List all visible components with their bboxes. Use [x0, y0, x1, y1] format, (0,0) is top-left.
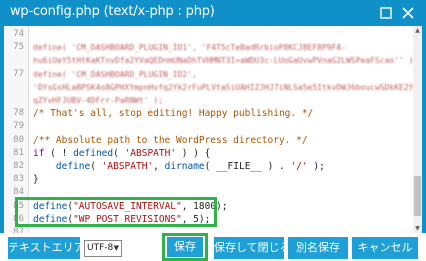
code-token: ( !: [44, 147, 74, 159]
code-token: define( 'CM_DASHBOARD_PLUGIN_ID2',: [33, 69, 197, 79]
code-token: );: [307, 161, 325, 172]
code-line: hu6iUeY5tHtKaKTnvDfa2YVaQEDnmUNaDhTVHMNT…: [4, 54, 418, 67]
code-token: /* That's all, stop editing! Happy publi…: [33, 108, 314, 120]
code-token: }: [33, 174, 39, 186]
chevron-down-icon: ▼: [113, 244, 119, 252]
close-icon[interactable]: [400, 5, 416, 21]
save-and-close-button[interactable]: 保存して閉じる: [214, 237, 284, 259]
code-token: '/': [290, 161, 308, 172]
code-line: 75 define( 'CM_DASHBOARD_PLUGIN_ID1', 'F4…: [4, 41, 408, 54]
code-line: 81 if ( ! defined( 'ABSPATH' ) ) {: [4, 147, 408, 160]
code-line: qZYvHFJUBV-4DFrr-PaRNWt' );: [4, 94, 408, 107]
line-number: 77: [13, 68, 24, 79]
code-text: if ( ! defined( 'ABSPATH' ) ) {: [33, 147, 210, 160]
line-number: 84: [13, 187, 24, 198]
line-number: 80: [13, 134, 24, 145]
code-text: /** Absolute path to the WordPress direc…: [33, 134, 308, 147]
code-text: define( 'CM_DASHBOARD_PLUGIN_ID2',: [33, 68, 197, 81]
code-token: define: [33, 213, 68, 225]
window-title: wp-config.php (text/x-php : php): [10, 4, 215, 19]
code-token: 'ABSPATH': [124, 147, 177, 159]
code-text: define("AUTOSAVE_INTERVAL", 1800);: [33, 200, 228, 213]
code-token: define: [55, 161, 91, 172]
code-token: defined: [73, 147, 114, 159]
code-line: 82 define( 'ABSPATH', dirname( __FILE__ …: [4, 160, 408, 173]
code-text: /* That's all, stop editing! Happy publi…: [33, 107, 313, 120]
textarea-button[interactable]: テキストエリア: [8, 237, 80, 259]
code-line: 78 /* That's all, stop editing! Happy pub…: [4, 107, 408, 120]
code-token: (: [113, 147, 125, 159]
code-token: hu6iUeY5tHtKaKTnvDfa2YVaQEDnmUNaDhTVHMNT…: [33, 56, 419, 66]
title-bar[interactable]: wp-config.php (text/x-php : php): [0, 0, 426, 26]
code-text: define( 'ABSPATH', dirname( __FILE__ ) .…: [33, 160, 325, 173]
line-number: 86: [13, 213, 24, 224]
cancel-button[interactable]: キャンセル: [352, 237, 418, 259]
code-token: if: [33, 147, 45, 159]
line-number: 85: [13, 200, 24, 211]
scroll-down-icon[interactable]: ▼: [413, 224, 422, 233]
code-text: }: [33, 173, 39, 186]
code-line: 84: [4, 186, 408, 199]
line-number: 82: [13, 161, 24, 171]
code-token: ) ) {: [176, 147, 211, 159]
line-number: 74: [13, 29, 24, 39]
code-token: qZYvHFJUBV-4DFrr-PaRNWt' );: [33, 96, 164, 105]
encoding-value: UTF-8: [87, 243, 114, 253]
code-token: , 5);: [181, 213, 211, 225]
line-number: 83: [13, 174, 24, 185]
code-line: 74: [4, 28, 408, 41]
line-number: 75: [13, 42, 24, 53]
code-line: 77 define( 'CM_DASHBOARD_PLUGIN_ID2',: [4, 68, 408, 81]
code-line: 'DYsGsHLaBPSK4o8GPHXYmpnHvfq2Yk2rFuPLVta…: [4, 81, 422, 94]
line-number: 87: [13, 227, 24, 233]
code-text: define( 'CM_DASHBOARD_PLUGIN_ID1', 'F4T5…: [33, 41, 346, 54]
line-number: 79: [13, 121, 24, 132]
save-as-button[interactable]: 別名保存: [288, 237, 348, 259]
code-line: 80 /** Absolute path to the WordPress dir…: [4, 134, 408, 147]
code-token: /** Absolute path to the WordPress direc…: [33, 134, 308, 146]
code-token: 'ABSPATH': [101, 161, 154, 172]
code-line: 79: [4, 120, 408, 133]
code-token: "WP_POST_REVISIONS": [73, 213, 182, 225]
footer-toolbar: テキストエリア UTF-8 ▼ 保存 保存して閉じる 別名保存 キャンセル: [0, 233, 426, 261]
code-text: define("WP_POST_REVISIONS", 5);: [33, 213, 210, 226]
line-number: 81: [13, 147, 24, 158]
code-text: 'DYsGsHLaBPSK4o8GPHXYmpnHvfq2Yk2rFuPLVta…: [33, 81, 422, 94]
maximize-icon[interactable]: [378, 5, 394, 21]
code-text: qZYvHFJUBV-4DFrr-PaRNWt' );: [33, 94, 163, 107]
code-line: 85 define("AUTOSAVE_INTERVAL", 1800);: [4, 200, 408, 213]
code-token: ,: [153, 161, 165, 172]
vertical-scrollbar[interactable]: ▲ ▼: [413, 26, 422, 233]
save-button[interactable]: 保存: [167, 237, 203, 257]
code-token: "AUTOSAVE_INTERVAL": [73, 200, 182, 212]
code-token: define: [33, 200, 68, 212]
line-number: 78: [13, 108, 24, 119]
code-token: define( 'CM_DASHBOARD_PLUGIN_ID1', 'F4T5…: [33, 43, 347, 53]
code-line: 87: [4, 226, 408, 233]
code-token: ( __FILE__ ) .: [204, 161, 291, 172]
code-line: 83}: [4, 173, 408, 186]
code-token: 'DYsGsHLaBPSK4o8GPHXYmpnHvfq2Yk2rFuPLVta…: [33, 82, 422, 92]
encoding-select[interactable]: UTF-8 ▼: [84, 240, 122, 257]
code-token: (: [90, 161, 102, 172]
code-line: 86 define("WP_POST_REVISIONS", 5);: [4, 213, 408, 226]
save-button-highlight: 保存: [162, 233, 208, 261]
code-text: hu6iUeY5tHtKaKTnvDfa2YVaQEDnmUNaDhTVHMNT…: [33, 54, 418, 67]
scroll-up-icon[interactable]: ▲: [413, 26, 422, 35]
editor-dialog: wp-config.php (text/x-php : php) 74 75 def…: [0, 0, 426, 261]
code-token: , 1800);: [181, 200, 228, 212]
scroll-thumb[interactable]: [414, 176, 421, 216]
code-token: dirname: [164, 161, 205, 172]
code-editor[interactable]: 74 75 define( 'CM_DASHBOARD_PLUGIN_ID1', '…: [4, 26, 422, 233]
